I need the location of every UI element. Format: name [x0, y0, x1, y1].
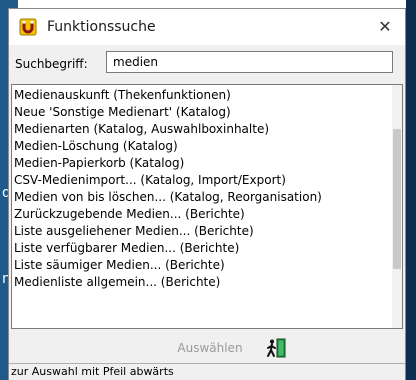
status-text: zur Auswahl mit Pfeil abwärts — [11, 365, 174, 378]
button-row: Auswählen — [9, 335, 405, 361]
list-item[interactable]: Zurückzugebende Medien... (Berichte) — [12, 206, 390, 223]
status-bar: zur Auswahl mit Pfeil abwärts — [9, 363, 405, 380]
list-item[interactable]: Neue 'Sonstige Medienart' (Katalog) — [12, 104, 390, 121]
background-window-right — [406, 0, 416, 380]
list-item[interactable]: Medienarten (Katalog, Auswahlboxinhalte) — [12, 121, 390, 138]
list-item[interactable]: Medien-Papierkorb (Katalog) — [12, 155, 390, 172]
results-list[interactable]: Medienauskunft (Thekenfunktionen) Neue '… — [11, 84, 403, 329]
list-item[interactable]: Medien von bis löschen... (Katalog, Reor… — [12, 189, 390, 206]
function-search-dialog: Funktionssuche ✕ Suchbegriff: Medienausk… — [8, 8, 406, 380]
close-icon: ✕ — [378, 17, 392, 36]
exit-door-icon[interactable] — [265, 337, 287, 359]
horseshoe-magnet-icon — [19, 18, 37, 36]
list-item[interactable]: Medien-Löschung (Katalog) — [12, 138, 390, 155]
list-item[interactable]: Medienliste allgemein... (Berichte) — [12, 274, 390, 291]
search-input[interactable] — [106, 51, 393, 73]
title-bar: Funktionssuche ✕ — [9, 9, 405, 45]
list-item[interactable]: Liste säumiger Medien... (Berichte) — [12, 257, 390, 274]
scrollbar-thumb[interactable] — [393, 129, 401, 269]
list-item[interactable]: Medienauskunft (Thekenfunktionen) — [12, 87, 390, 104]
list-item[interactable]: Liste ausgeliehener Medien... (Berichte) — [12, 223, 390, 240]
select-button[interactable]: Auswählen — [166, 337, 254, 359]
list-item[interactable]: Liste verfügbarer Medien... (Berichte) — [12, 240, 390, 257]
vertical-scrollbar[interactable] — [392, 85, 402, 328]
search-label: Suchbegriff: — [15, 57, 88, 71]
list-item[interactable]: CSV-Medienimport... (Katalog, Import/Exp… — [12, 172, 390, 189]
close-button[interactable]: ✕ — [365, 9, 405, 45]
window-title: Funktionssuche — [47, 19, 156, 35]
search-row: Suchbegriff: — [9, 49, 405, 79]
